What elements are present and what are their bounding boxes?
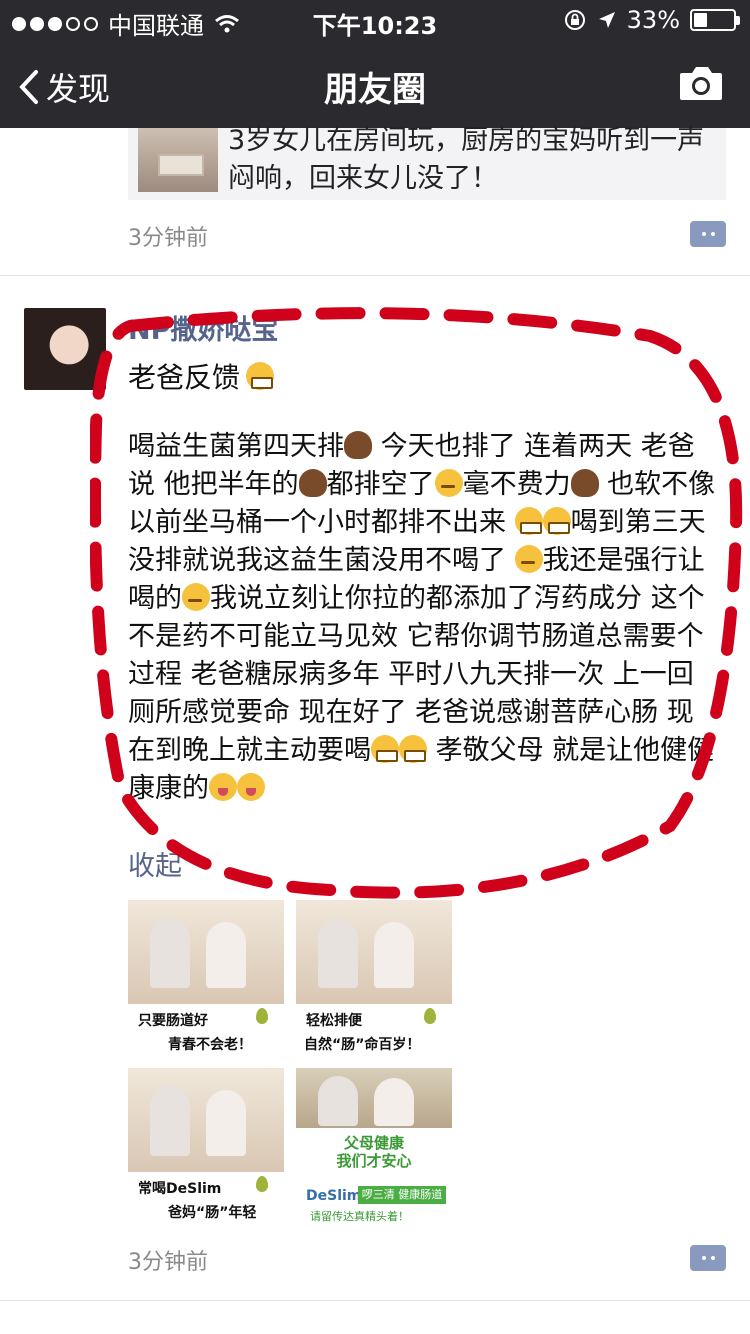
battery-icon xyxy=(690,9,740,31)
image-caption: 爸妈“肠”年轻 xyxy=(168,1205,257,1221)
wink-tongue-emoji-icon xyxy=(209,773,237,801)
poop-emoji-icon xyxy=(344,431,372,459)
post-body: 喝益生菌第四天排 今天也排了 连着两天 老爸说 他把半年的 都排空了 毫不费力 也软… xyxy=(128,428,720,808)
location-arrow-icon xyxy=(598,12,615,28)
username[interactable]: NP撒娇哒宝 xyxy=(128,308,278,347)
battery-percent: 33% xyxy=(626,6,680,34)
poop-emoji-icon xyxy=(298,469,327,497)
image-caption: 常喝DeSlim xyxy=(138,1181,222,1197)
image-caption: 请留传达真精头着！ xyxy=(310,1210,409,1223)
image-caption: 我们才安心 xyxy=(336,1152,412,1170)
link-title: 3岁女儿在房间玩，厨房的宝妈听到一声闷响，回来女儿没了！ xyxy=(228,125,705,194)
poop-emoji-icon xyxy=(570,469,599,497)
grin-emoji-icon xyxy=(246,362,275,390)
camera-icon xyxy=(680,67,722,100)
wink-tongue-emoji-icon xyxy=(237,773,265,801)
post-divider xyxy=(0,275,750,276)
grin-emoji-icon xyxy=(514,507,543,535)
confused-emoji-icon xyxy=(514,545,543,573)
post-text-segment: 都排空了 xyxy=(326,469,435,500)
thinking-emoji-icon xyxy=(182,583,210,611)
image-caption: 轻松排便 xyxy=(306,1013,362,1029)
product-logo-icon xyxy=(424,1008,436,1024)
post-time: 3分钟前 xyxy=(128,226,208,251)
grin-emoji-icon xyxy=(399,735,427,763)
post-divider xyxy=(0,1300,750,1301)
product-logo-icon xyxy=(256,1008,268,1024)
image-grid: 只要肠道好 青春不会老！ 轻松排便 自然“肠”命百岁！ 常喝DeSlim 爸妈“… xyxy=(128,900,454,1228)
brand-tagline: 啰三清 健康肠道 xyxy=(358,1186,446,1204)
grin-emoji-icon xyxy=(371,735,399,763)
post-text-segment: 喝益生菌第四天排 xyxy=(128,431,344,462)
brand-name: DeSlim xyxy=(306,1188,362,1204)
collapse-link[interactable]: 收起 xyxy=(128,844,182,883)
post-time: 3分钟前 xyxy=(128,1250,208,1275)
camera-button[interactable] xyxy=(678,64,724,106)
link-thumbnail xyxy=(138,128,218,192)
nav-bar: 发现 朋友圈 xyxy=(0,40,750,128)
status-bar: 中国联通 下午10:23 33% xyxy=(0,0,750,40)
shared-link-card[interactable]: 3岁女儿在房间玩，厨房的宝妈听到一声闷响，回来女儿没了！ xyxy=(128,125,726,200)
comment-icon[interactable] xyxy=(690,221,726,247)
post-title-text: 老爸反馈 xyxy=(128,361,241,394)
post-image[interactable]: 轻松排便 自然“肠”命百岁！ xyxy=(296,900,452,1060)
thinking-emoji-icon xyxy=(434,469,463,497)
image-caption: 只要肠道好 xyxy=(138,1013,208,1029)
comment-icon[interactable] xyxy=(690,1245,726,1271)
product-logo-icon xyxy=(256,1176,268,1192)
image-caption: 自然“肠”命百岁！ xyxy=(304,1037,421,1053)
post-title: 老爸反馈 xyxy=(128,356,275,396)
post-image[interactable]: 只要肠道好 青春不会老！ xyxy=(128,900,284,1060)
page-title: 朋友圈 xyxy=(324,70,426,110)
image-caption: 青春不会老！ xyxy=(168,1037,252,1053)
avatar[interactable] xyxy=(24,308,106,390)
post-image[interactable]: 常喝DeSlim 爸妈“肠”年轻 xyxy=(128,1068,284,1228)
post-text-segment: 毫不费力 xyxy=(462,469,571,500)
grin-emoji-icon xyxy=(542,507,571,535)
lock-rotation-icon xyxy=(564,10,585,30)
post-image[interactable]: 父母健康 我们才安心 DeSlim 啰三清 健康肠道 请留传达真精头着！ xyxy=(296,1068,452,1228)
